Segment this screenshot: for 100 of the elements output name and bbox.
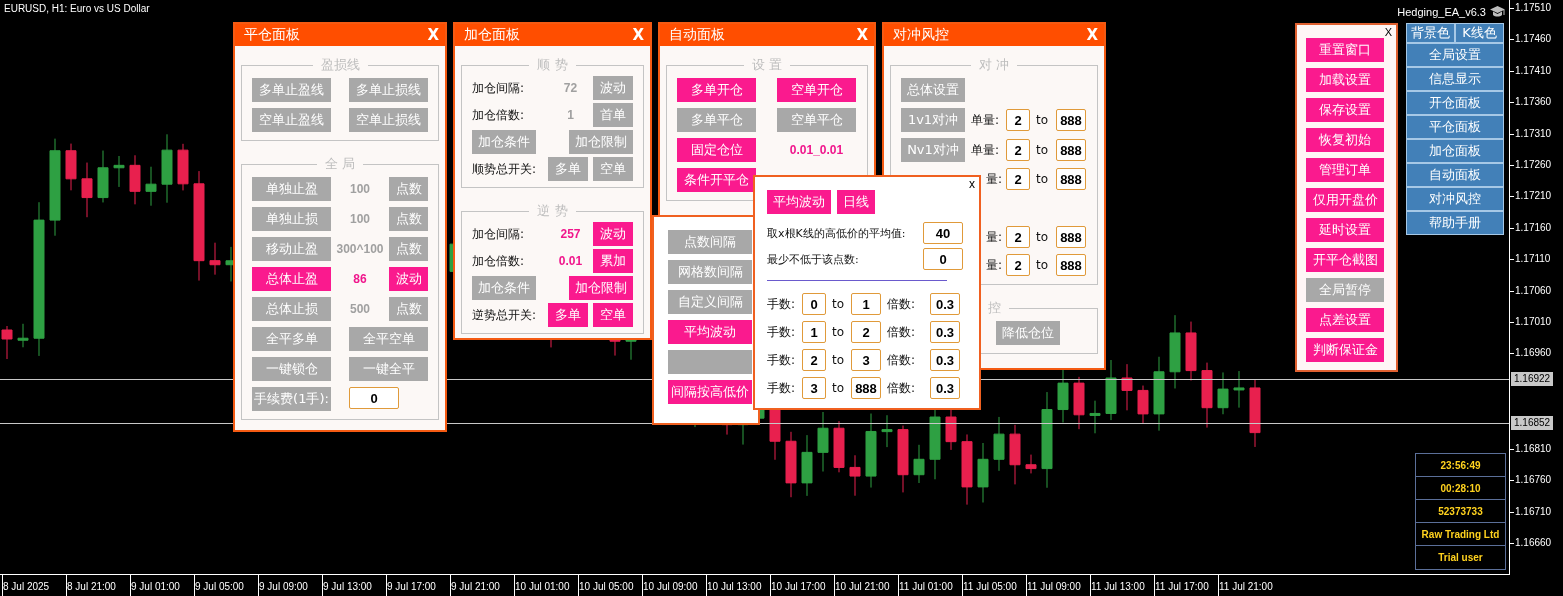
input-field[interactable]: 1 (802, 321, 826, 343)
menu-button[interactable]: 判断保证金 (1306, 338, 1384, 362)
panel-button[interactable]: 空单平仓 (777, 108, 856, 132)
input-field[interactable]: 0 (802, 293, 826, 315)
menu-button[interactable]: 信息显示 (1406, 67, 1504, 91)
fee-field[interactable]: 0 (349, 387, 399, 409)
panel-button[interactable]: 单独止损 (252, 207, 331, 231)
input-field[interactable]: 3 (851, 349, 881, 371)
menu-button[interactable]: 自动面板 (1406, 163, 1504, 187)
input-field[interactable]: 2 (1006, 168, 1030, 190)
price-label: 1.17510 (1510, 1, 1552, 15)
interval-button[interactable]: 间隔按高低价 (668, 380, 752, 404)
mode-button[interactable]: 累加 (593, 249, 633, 273)
panel-button[interactable]: 空单止损线 (349, 108, 428, 132)
menu-button[interactable]: 加载设置 (1306, 68, 1384, 92)
unit-button[interactable]: 点数 (389, 237, 428, 261)
fee-button[interactable]: 手续费(1手): (252, 387, 331, 411)
panel-button[interactable]: 加仓条件 (472, 276, 536, 300)
unit-button[interactable]: 点数 (389, 297, 428, 321)
panel-button[interactable]: 多单开仓 (677, 78, 756, 102)
close-button[interactable]: X (1086, 26, 1098, 44)
panel-button[interactable]: 空单开仓 (777, 78, 856, 102)
unit-button[interactable]: 点数 (389, 177, 428, 201)
panel-button[interactable]: 单独止盈 (252, 177, 331, 201)
menu-button[interactable]: 保存设置 (1306, 98, 1384, 122)
hedge-button[interactable]: Nv1对冲 (901, 138, 965, 162)
input-field[interactable]: 0.3 (930, 321, 960, 343)
menu-button[interactable]: 背景色 (1406, 23, 1455, 43)
menu-button[interactable]: 开仓面板 (1406, 91, 1504, 115)
panel-button[interactable]: 加仓限制 (569, 130, 633, 154)
menu-button[interactable]: 仅用开盘价 (1306, 188, 1384, 212)
menu-button[interactable]: 加仓面板 (1406, 139, 1504, 163)
input-field[interactable]: 2 (802, 349, 826, 371)
panel-button[interactable]: 条件开平仓 (677, 168, 756, 192)
toggle-button[interactable]: 多单 (548, 157, 588, 181)
mode-button[interactable]: 波动 (593, 222, 633, 246)
input-field[interactable]: 1 (851, 293, 881, 315)
mode-button[interactable]: 平均波动 (767, 190, 831, 214)
menu-button[interactable]: 恢复初始 (1306, 128, 1384, 152)
mode-button[interactable]: 日线 (837, 190, 875, 214)
panel-button[interactable]: 总体设置 (901, 78, 965, 102)
input-field[interactable]: 2 (1006, 109, 1030, 131)
panel-button[interactable]: 全平空单 (349, 327, 428, 351)
input-field[interactable]: 888 (1056, 139, 1086, 161)
menu-button[interactable]: 开平仓截图 (1306, 248, 1384, 272)
panel-button[interactable]: 全平多单 (252, 327, 331, 351)
toggle-button[interactable]: 空单 (593, 303, 633, 327)
interval-button[interactable]: 平均波动 (668, 320, 752, 344)
close-button[interactable]: X (1384, 26, 1392, 38)
panel-button[interactable]: 多单止盈线 (252, 78, 331, 102)
menu-button[interactable]: 平仓面板 (1406, 115, 1504, 139)
panel-button[interactable]: 加仓条件 (472, 130, 536, 154)
input-field[interactable]: 888 (1056, 168, 1086, 190)
input-field[interactable]: 2 (1006, 254, 1030, 276)
menu-button[interactable]: 全局设置 (1406, 43, 1504, 67)
close-button[interactable]: X (856, 26, 868, 44)
input-field[interactable]: 888 (851, 377, 881, 399)
menu-button[interactable]: 全局暂停 (1306, 278, 1384, 302)
input-field[interactable]: 0 (923, 248, 963, 270)
panel-button[interactable]: 多单止损线 (349, 78, 428, 102)
panel-button[interactable]: 移动止盈 (252, 237, 331, 261)
input-field[interactable]: 2 (1006, 226, 1030, 248)
close-button[interactable]: X (632, 26, 644, 44)
panel-button[interactable]: 固定仓位 (677, 138, 756, 162)
input-field[interactable]: 40 (923, 222, 963, 244)
toggle-button[interactable]: 空单 (593, 157, 633, 181)
menu-button[interactable]: 延时设置 (1306, 218, 1384, 242)
unit-button[interactable]: 波动 (389, 267, 428, 291)
menu-button[interactable]: 帮助手册 (1406, 211, 1504, 235)
menu-button[interactable]: 管理订单 (1306, 158, 1384, 182)
panel-button[interactable]: 总体止盈 (252, 267, 331, 291)
mode-button[interactable]: 首单 (593, 103, 633, 127)
input-field[interactable]: 0.3 (930, 349, 960, 371)
input-field[interactable]: 2 (851, 321, 881, 343)
input-field[interactable]: 3 (802, 377, 826, 399)
hedge-button[interactable]: 1v1对冲 (901, 108, 965, 132)
input-field[interactable]: 888 (1056, 109, 1086, 131)
input-field[interactable]: 2 (1006, 139, 1030, 161)
toggle-button[interactable]: 多单 (548, 303, 588, 327)
interval-button[interactable]: 点数间隔 (668, 230, 752, 254)
input-field[interactable]: 888 (1056, 226, 1086, 248)
close-button[interactable]: x (969, 177, 975, 191)
interval-button[interactable]: 自定义间隔 (668, 290, 752, 314)
close-button[interactable]: X (427, 26, 439, 44)
menu-button[interactable]: 点差设置 (1306, 308, 1384, 332)
menu-button[interactable]: 对冲风控 (1406, 187, 1504, 211)
panel-button[interactable]: 加仓限制 (569, 276, 633, 300)
panel-button[interactable]: 降低仓位 (996, 321, 1060, 345)
input-field[interactable]: 888 (1056, 254, 1086, 276)
menu-button[interactable]: K线色 (1455, 23, 1504, 43)
panel-button[interactable]: 多单平仓 (677, 108, 756, 132)
panel-button[interactable]: 总体止损 (252, 297, 331, 321)
input-field[interactable]: 0.3 (930, 377, 960, 399)
menu-button[interactable]: 重置窗口 (1306, 38, 1384, 62)
interval-button[interactable] (668, 350, 752, 374)
input-field[interactable]: 0.3 (930, 293, 960, 315)
interval-button[interactable]: 网格数间隔 (668, 260, 752, 284)
panel-button[interactable]: 空单止盈线 (252, 108, 331, 132)
unit-button[interactable]: 点数 (389, 207, 428, 231)
mode-button[interactable]: 波动 (593, 76, 633, 100)
